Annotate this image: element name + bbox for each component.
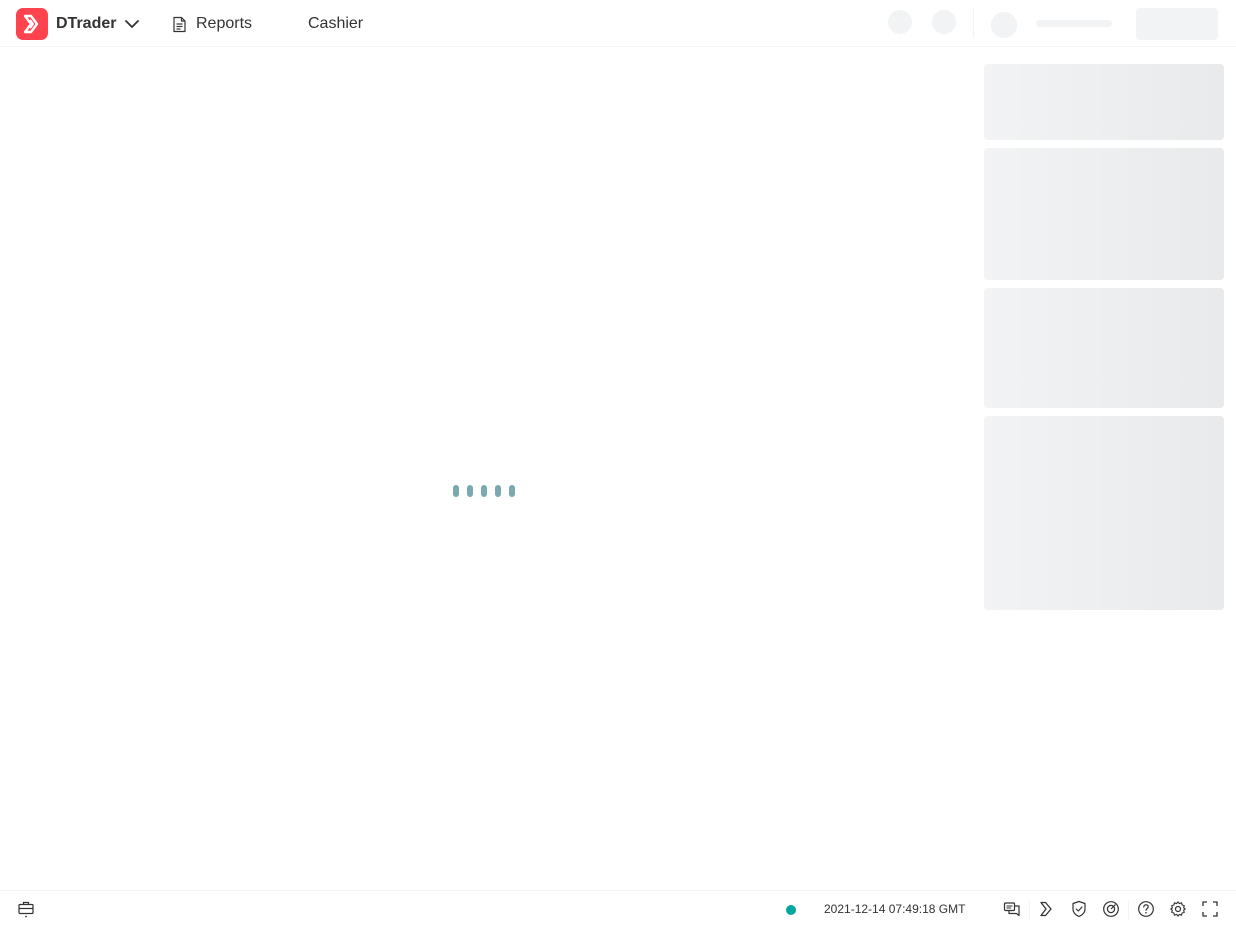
nav-cashier-label: Cashier [308, 15, 364, 32]
account-placeholder [932, 10, 956, 34]
balance-placeholder [1036, 20, 1112, 27]
chat-icon[interactable] [1003, 900, 1021, 918]
purchase-placeholder [984, 416, 1224, 610]
avatar-placeholder [991, 12, 1017, 38]
loader-dot [467, 485, 473, 497]
fullscreen-icon[interactable] [1201, 900, 1219, 918]
reports-icon [173, 16, 186, 32]
nav-reports-label: Reports [196, 15, 253, 32]
deposit-button-placeholder [1136, 8, 1218, 40]
nav-reports[interactable]: Reports [171, 8, 252, 40]
footer-divider [1029, 901, 1030, 919]
responsible-trading-icon[interactable] [1070, 900, 1088, 918]
platform-name: DTrader [56, 15, 117, 32]
app-root: DTrader Reports Cashier 2021-12-14 07:49… [0, 0, 1236, 926]
loader-dot [509, 485, 515, 497]
gambling-help-icon[interactable] [1102, 900, 1120, 918]
trade-type-placeholder [984, 64, 1224, 140]
notification-placeholder [888, 10, 912, 34]
settings-icon[interactable] [1169, 900, 1187, 918]
deriv-logo-icon [16, 8, 48, 40]
loader-dot [481, 485, 487, 497]
top-header: DTrader Reports Cashier [0, 0, 1236, 47]
nav-cashier[interactable]: Cashier [308, 8, 363, 40]
loader-dot [495, 485, 501, 497]
stake-placeholder [984, 288, 1224, 408]
platform-switcher[interactable]: DTrader [16, 8, 140, 40]
positions-icon[interactable] [17, 900, 35, 918]
connection-status-dot [786, 905, 796, 915]
footer-bar: 2021-12-14 07:49:18 GMT [0, 890, 1236, 926]
header-divider [973, 8, 974, 38]
chevron-down-icon [125, 20, 140, 28]
chart-loader [453, 485, 515, 497]
footer-divider [1128, 901, 1129, 919]
loader-dot [453, 485, 459, 497]
server-time: 2021-12-14 07:49:18 GMT [824, 902, 966, 916]
trade-params-placeholder [984, 148, 1224, 280]
help-icon[interactable] [1137, 900, 1155, 918]
deriv-icon[interactable] [1038, 900, 1056, 918]
